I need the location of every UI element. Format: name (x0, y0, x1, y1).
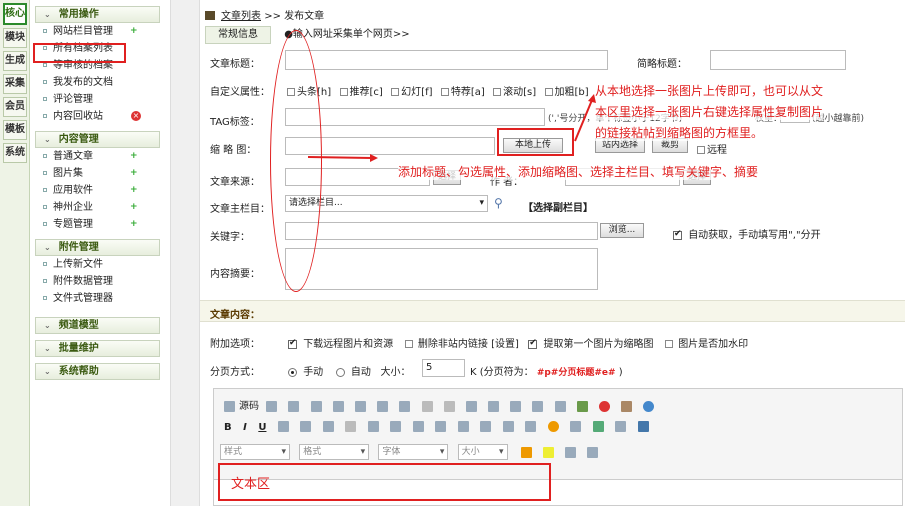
group-channel[interactable]: ⌄ 频道模型 (35, 317, 160, 334)
sidebar-item-comments[interactable]: 评论管理 (35, 91, 160, 108)
annotation-line-3: 的链接粘帖到缩略图的方框里。 (595, 124, 764, 141)
chevron-down-icon: ⌄ (44, 344, 51, 353)
vtab-member[interactable]: 会员 (3, 97, 27, 117)
chevron-down-icon: ⌄ (44, 321, 51, 330)
annotation-line-1: 从本地选择一张图片上传即可，也可以从文 (595, 82, 824, 99)
vtab-core[interactable]: 核心 (3, 3, 27, 25)
clear-icon[interactable]: × (131, 111, 141, 121)
sidebar-item-gallery[interactable]: 图片集 + (35, 165, 160, 182)
splitter[interactable] (170, 0, 200, 506)
annotation-arrows (307, 94, 596, 162)
vtab-system[interactable]: 系统 (3, 143, 27, 163)
add-icon[interactable]: + (130, 203, 138, 212)
sidebar-item-enterprise[interactable]: 神州企业 + (35, 199, 160, 216)
chevron-down-icon: ⌄ (44, 367, 51, 376)
group-attachment[interactable]: ⌄ 附件管理 (35, 239, 160, 256)
add-icon[interactable]: + (130, 169, 138, 178)
main-content: 文章列表 >> 发布文章 常规信息 ●输入网址采集单个网页>> 文章标题： 简略… (200, 0, 905, 506)
add-icon[interactable]: + (130, 220, 138, 229)
annotation-steps: 添加标题、勾选属性、添加缩略图、选择主栏目、填写关键字、摘要 (398, 163, 759, 180)
group-content[interactable]: ⌄ 内容管理 (35, 131, 160, 148)
group-batch[interactable]: ⌄ 批量维护 (35, 340, 160, 357)
add-icon[interactable]: + (130, 152, 138, 161)
highlight-box (33, 43, 126, 63)
vtab-module[interactable]: 模块 (3, 28, 27, 48)
sidebar-item-my-docs[interactable]: 我发布的文档 (35, 74, 160, 91)
add-icon[interactable]: + (130, 27, 138, 36)
arrow-head-1 (370, 154, 378, 162)
vtab-template[interactable]: 模板 (3, 120, 27, 140)
add-icon[interactable]: + (130, 186, 138, 195)
sidebar-item-software[interactable]: 应用软件 + (35, 182, 160, 199)
arrow-line-1 (307, 156, 373, 159)
sidebar-item-article[interactable]: 普通文章 + (35, 148, 160, 165)
sidebar-item-attach-data[interactable]: 附件数据管理 (35, 273, 160, 290)
vtab-collect[interactable]: 采集 (3, 74, 27, 94)
annotation-line-2: 本区里选择一张图片右键选择属性复制图片 (595, 103, 824, 120)
vertical-tab-bar: 核心 模块 生成 采集 会员 模板 系统 (0, 0, 30, 506)
group-common[interactable]: ⌄ 常用操作 (35, 6, 160, 23)
arrow-line-2 (574, 99, 593, 142)
sidebar-item-topic[interactable]: 专题管理 + (35, 216, 160, 233)
group-help[interactable]: ⌄ 系统帮助 (35, 363, 160, 380)
chevron-down-icon: ⌄ (44, 10, 51, 19)
vtab-generate[interactable]: 生成 (3, 51, 27, 71)
chevron-down-icon: ⌄ (44, 243, 51, 252)
chevron-down-icon: ⌄ (44, 135, 51, 144)
sidebar-item-upload[interactable]: 上传新文件 (35, 256, 160, 273)
sidebar-item-column-manage[interactable]: 网站栏目管理 + (35, 23, 160, 40)
sidebar-item-file-manager[interactable]: 文件式管理器 (35, 290, 160, 307)
sidebar-item-recycle[interactable]: 内容回收站 × (35, 108, 160, 125)
